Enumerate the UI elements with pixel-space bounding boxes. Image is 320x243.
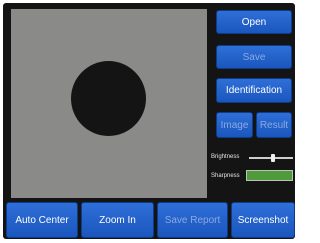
result-button[interactable]: Result <box>256 112 292 138</box>
sharpness-label: Sharpness <box>211 173 240 179</box>
save-report-button[interactable]: Save Report <box>157 202 228 238</box>
camera-viewport[interactable] <box>11 9 207 198</box>
image-button[interactable]: Image <box>216 112 253 138</box>
brightness-slider[interactable] <box>249 154 293 162</box>
open-button[interactable]: Open <box>216 10 292 34</box>
camera-app-window: Open Save Identification Image Result Br… <box>3 3 295 239</box>
zoom-in-button[interactable]: Zoom In <box>81 202 154 238</box>
brightness-label: Brightness <box>211 154 240 160</box>
circular-target <box>71 61 146 136</box>
brightness-slider-thumb[interactable] <box>271 154 276 162</box>
save-button[interactable]: Save <box>216 45 292 69</box>
identification-button[interactable]: Identification <box>216 78 292 103</box>
auto-center-button[interactable]: Auto Center <box>6 202 78 238</box>
sharpness-meter <box>246 170 293 181</box>
sharpness-meter-fill <box>247 171 292 180</box>
screenshot-button[interactable]: Screenshot <box>231 202 295 238</box>
